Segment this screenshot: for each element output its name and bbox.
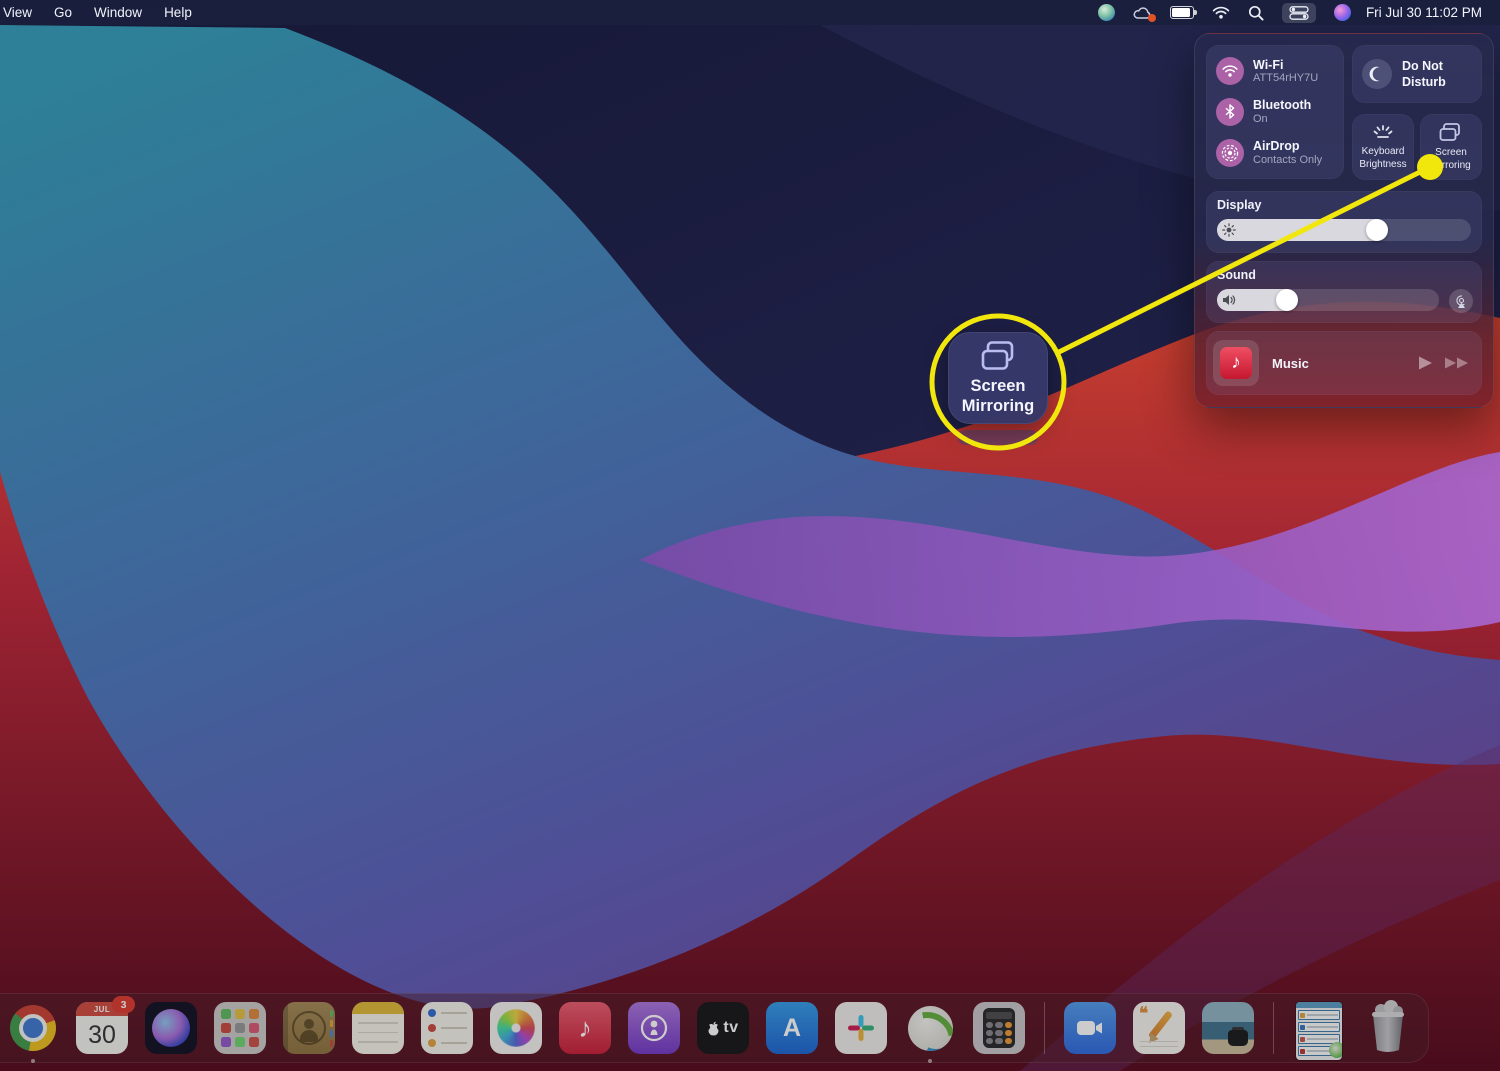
moon-icon bbox=[1362, 59, 1392, 89]
calendar-badge: 3 bbox=[112, 996, 135, 1013]
sound-label: Sound bbox=[1217, 268, 1256, 282]
screen-mirroring-button[interactable]: Screen Mirroring bbox=[1420, 114, 1482, 180]
wifi-network-name: ATT54rHY7U bbox=[1253, 72, 1319, 85]
bluetooth-toggle-icon[interactable] bbox=[1216, 97, 1244, 126]
screen-mirroring-large-icon bbox=[981, 341, 1014, 370]
dock-ink-photo-app[interactable] bbox=[1202, 1002, 1254, 1054]
display-label: Display bbox=[1217, 198, 1262, 212]
wifi-title: Wi-Fi bbox=[1253, 57, 1284, 72]
pages-quote-glyph: ❝ bbox=[1139, 1004, 1149, 1023]
brightness-sun-icon bbox=[1222, 223, 1236, 237]
music-card[interactable]: ♪ Music bbox=[1206, 331, 1482, 395]
screen-mirroring-icon bbox=[1439, 123, 1460, 141]
volume-slider-thumb[interactable] bbox=[1275, 289, 1298, 311]
dock-notes[interactable] bbox=[352, 1002, 404, 1054]
dock-podcasts[interactable] bbox=[628, 1002, 680, 1054]
do-not-disturb-button[interactable]: Do Not Disturb bbox=[1352, 45, 1482, 103]
dock-siri[interactable] bbox=[145, 1002, 197, 1054]
globe-icon[interactable] bbox=[1089, 0, 1124, 25]
dock-apple-tv[interactable]: tv bbox=[697, 1002, 749, 1054]
desktop: View Go Window Help Fri Jul 30 11:02 PM … bbox=[0, 0, 1500, 1071]
dock-divider bbox=[1044, 1002, 1045, 1054]
dock-launchpad[interactable] bbox=[214, 1002, 266, 1054]
display-brightness-slider[interactable] bbox=[1217, 219, 1471, 241]
dock-photos[interactable] bbox=[490, 1002, 542, 1054]
airplay-audio-button[interactable] bbox=[1449, 289, 1473, 313]
bluetooth-title: Bluetooth bbox=[1253, 98, 1312, 113]
wifi-toggle-icon[interactable] bbox=[1216, 57, 1244, 86]
display-card: Display bbox=[1206, 191, 1482, 253]
dock-trash[interactable] bbox=[1362, 1000, 1414, 1054]
menu-go[interactable]: Go bbox=[43, 0, 83, 25]
battery-icon[interactable] bbox=[1161, 0, 1203, 25]
menu-items: View Go Window Help bbox=[0, 0, 203, 25]
callout-label: Screen Mirroring bbox=[961, 377, 1035, 415]
dock: JUL 30 3 ♪ tv A ❝ bbox=[0, 993, 1429, 1063]
keyboard-brightness-label: Keyboard Brightness bbox=[1359, 146, 1407, 170]
keyboard-brightness-icon bbox=[1373, 125, 1393, 138]
dock-anyconnect-vpn[interactable] bbox=[904, 1002, 956, 1054]
dock-app-store[interactable]: A bbox=[766, 1002, 818, 1054]
music-icon-backdrop: ♪ bbox=[1213, 340, 1259, 386]
speaker-icon bbox=[1222, 294, 1237, 307]
screen-mirroring-label: Screen Mirroring bbox=[1431, 147, 1471, 171]
app-store-glyph: A bbox=[782, 1013, 802, 1042]
airdrop-title: AirDrop bbox=[1253, 139, 1300, 154]
dock-contacts[interactable] bbox=[283, 1002, 335, 1054]
menu-view[interactable]: View bbox=[0, 0, 43, 25]
wifi-icon[interactable] bbox=[1203, 0, 1239, 25]
callout-secondary-tile bbox=[958, 430, 1038, 445]
siri-icon[interactable] bbox=[1325, 0, 1360, 25]
connectivity-card: Wi-Fi ATT54rHY7U Bluetooth On AirDrop Co… bbox=[1206, 45, 1344, 179]
volume-slider[interactable] bbox=[1217, 289, 1439, 311]
search-icon[interactable] bbox=[1239, 0, 1273, 25]
calendar-day: 30 bbox=[88, 1020, 116, 1049]
status-area: Fri Jul 30 11:02 PM bbox=[1089, 0, 1500, 25]
airdrop-toggle-icon[interactable] bbox=[1216, 138, 1244, 167]
bluetooth-row[interactable]: Bluetooth On bbox=[1206, 97, 1344, 126]
do-not-disturb-label: Do Not Disturb bbox=[1402, 58, 1446, 89]
apple-logo-icon bbox=[708, 1021, 719, 1035]
fast-forward-button[interactable] bbox=[1444, 356, 1470, 370]
airdrop-row[interactable]: AirDrop Contacts Only bbox=[1206, 138, 1344, 167]
wifi-row[interactable]: Wi-Fi ATT54rHY7U bbox=[1206, 57, 1344, 86]
menu-help[interactable]: Help bbox=[153, 0, 203, 25]
airdrop-status: Contacts Only bbox=[1253, 153, 1323, 166]
control-center-panel: Wi-Fi ATT54rHY7U Bluetooth On AirDrop Co… bbox=[1194, 33, 1494, 408]
sound-card: Sound bbox=[1206, 261, 1482, 323]
apple-tv-label: tv bbox=[723, 1019, 739, 1036]
dock-chrome[interactable] bbox=[7, 1002, 59, 1054]
dock-calculator[interactable] bbox=[973, 1002, 1025, 1054]
music-app-icon: ♪ bbox=[1220, 347, 1252, 379]
menu-bar: View Go Window Help Fri Jul 30 11:02 PM bbox=[0, 0, 1500, 25]
play-button[interactable] bbox=[1417, 355, 1434, 371]
music-controls bbox=[1417, 355, 1482, 371]
vpn-swirl-logo bbox=[1329, 1042, 1342, 1058]
dock-minimized-window[interactable] bbox=[1293, 1002, 1345, 1060]
screen-mirroring-callout-tile[interactable]: Screen Mirroring bbox=[948, 332, 1048, 424]
bluetooth-status: On bbox=[1253, 112, 1268, 125]
menu-clock[interactable]: Fri Jul 30 11:02 PM bbox=[1360, 5, 1492, 20]
display-slider-thumb[interactable] bbox=[1366, 219, 1389, 241]
dock-reminders[interactable] bbox=[421, 1002, 473, 1054]
dock-zoom[interactable] bbox=[1064, 1002, 1116, 1054]
cloud-app-icon[interactable] bbox=[1124, 0, 1161, 25]
dock-calendar[interactable]: JUL 30 3 bbox=[76, 996, 135, 1054]
dock-slack[interactable] bbox=[835, 1002, 887, 1054]
notification-dot bbox=[1147, 14, 1156, 22]
music-note-glyph: ♪ bbox=[1231, 352, 1241, 373]
dock-pages[interactable]: ❝ bbox=[1133, 1002, 1185, 1054]
menu-window[interactable]: Window bbox=[83, 0, 153, 25]
music-title: Music bbox=[1272, 355, 1309, 371]
music-note-glyph: ♪ bbox=[578, 1012, 592, 1043]
dock-music[interactable]: ♪ bbox=[559, 1002, 611, 1054]
control-center-icon[interactable] bbox=[1273, 0, 1325, 25]
dock-divider bbox=[1273, 1002, 1274, 1054]
keyboard-brightness-button[interactable]: Keyboard Brightness bbox=[1352, 114, 1414, 180]
